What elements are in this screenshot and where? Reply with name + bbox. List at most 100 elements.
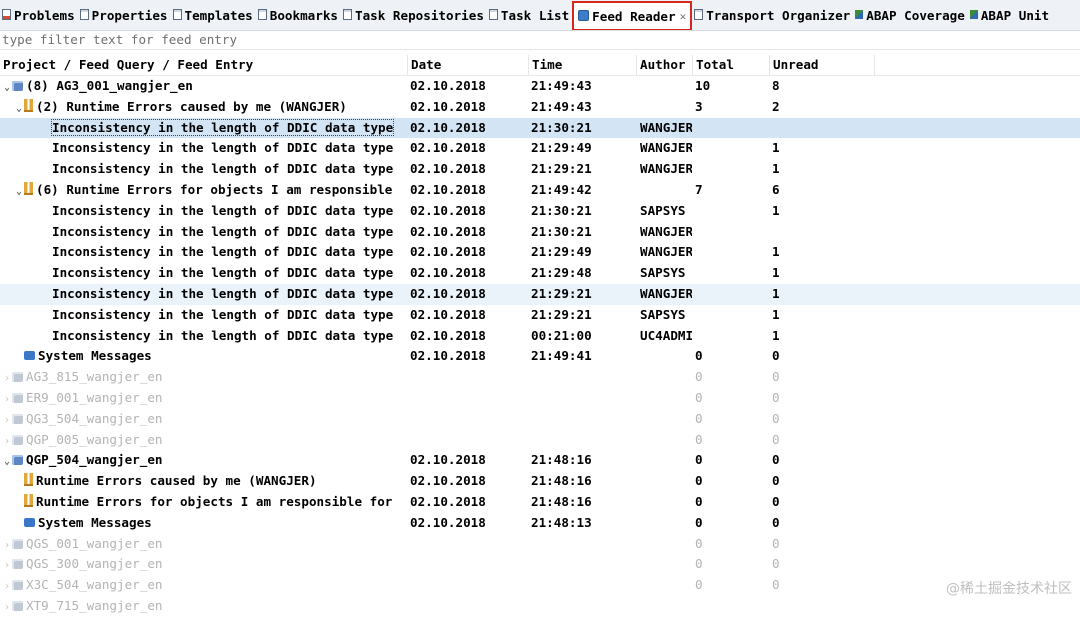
project-icon	[12, 372, 23, 383]
tab-properties[interactable]: Properties	[78, 0, 171, 30]
tree-row[interactable]: Inconsistency in the length of DDIC data…	[0, 305, 1080, 326]
row-date: 02.10.2018	[410, 327, 486, 343]
column-header-unread[interactable]: Unread	[770, 55, 875, 75]
row-time: 21:48:16	[531, 473, 592, 489]
tree-row[interactable]: ⌄ QGP_504_wangjer_en 02.10.2018 21:48:16 0 0	[0, 450, 1080, 471]
tab-task-repositories[interactable]: Task Repositories	[341, 0, 487, 30]
chevron-right-icon[interactable]: ›	[2, 432, 12, 451]
tab-feed-reader[interactable]: Feed Reader ✕	[572, 1, 693, 30]
row-total	[695, 326, 765, 347]
tree-row[interactable]: System Messages 02.10.2018 21:48:13 0 0	[0, 513, 1080, 534]
close-icon[interactable]: ✕	[680, 10, 687, 23]
row-name: (8) AG3_001_wangjer_en	[26, 78, 193, 93]
chevron-down-icon[interactable]: ⌄	[2, 78, 12, 97]
row-total	[695, 222, 765, 243]
row-author	[640, 430, 692, 451]
row-name: System Messages	[38, 514, 152, 530]
row-time: 21:48:16	[531, 493, 592, 509]
tree-row[interactable]: Inconsistency in the length of DDIC data…	[0, 242, 1080, 263]
row-total: 0	[695, 452, 703, 468]
chevron-down-icon[interactable]: ⌄	[14, 182, 24, 201]
column-header-name[interactable]: Project / Feed Query / Feed Entry	[0, 55, 408, 75]
chevron-down-icon[interactable]: ⌄	[2, 452, 12, 471]
row-name-cell: Inconsistency in the length of DDIC data…	[0, 242, 457, 263]
feed-filter-input[interactable]	[0, 31, 602, 48]
tree-row[interactable]: Inconsistency in the length of DDIC data…	[0, 117, 1080, 139]
row-name: XT9_715_wangjer_en	[26, 597, 163, 613]
row-name-cell: Runtime Errors caused by me (WANGJER)	[0, 471, 419, 492]
tree-row[interactable]: System Messages 02.10.2018 21:49:41 0 0	[0, 346, 1080, 367]
row-name: Inconsistency in the length of DDIC data…	[52, 306, 394, 322]
tree-row[interactable]: › X3C_504_wangjer_en 0 0	[0, 575, 1080, 596]
tree-row[interactable]: Runtime Errors for objects I am responsi…	[0, 492, 1080, 513]
chevron-right-icon[interactable]: ›	[2, 577, 12, 596]
project-icon	[12, 559, 23, 570]
row-author	[640, 450, 692, 471]
tab-transport-organizer[interactable]: Transport Organizer	[692, 0, 853, 30]
tab-bookmarks[interactable]: Bookmarks	[256, 0, 341, 30]
row-unread: 0	[772, 389, 780, 405]
row-name-cell: Inconsistency in the length of DDIC data…	[0, 263, 457, 284]
tree-row[interactable]: › QGS_001_wangjer_en 0 0	[0, 534, 1080, 555]
tree-row[interactable]: Inconsistency in the length of DDIC data…	[0, 222, 1080, 243]
row-name: (6) Runtime Errors for objects I am resp…	[36, 181, 393, 197]
row-name-cell: Inconsistency in the length of DDIC data…	[0, 305, 457, 326]
tree-row[interactable]: Inconsistency in the length of DDIC data…	[0, 159, 1080, 180]
tab-abap-unit[interactable]: ABAP Unit	[968, 0, 1052, 30]
tree-row[interactable]: › QG3_504_wangjer_en 0 0	[0, 409, 1080, 430]
chevron-right-icon[interactable]: ›	[2, 536, 12, 555]
tab-label: Feed Reader	[592, 8, 676, 24]
chevron-down-icon[interactable]: ⌄	[14, 99, 24, 118]
row-time: 21:30:21	[531, 119, 592, 135]
row-total: 10	[695, 78, 711, 93]
feed-table-header: Project / Feed Query / Feed Entry Date T…	[0, 55, 1080, 76]
tree-row[interactable]: › XT9_715_wangjer_en	[0, 596, 1080, 617]
chevron-right-icon[interactable]: ›	[2, 598, 12, 617]
tree-row[interactable]: ⌄ (6) Runtime Errors for objects I am res…	[0, 180, 1080, 201]
tab-label: Task Repositories	[355, 7, 484, 23]
row-unread: 0	[772, 556, 780, 572]
tree-row[interactable]: Inconsistency in the length of DDIC data…	[0, 201, 1080, 222]
chevron-right-icon[interactable]: ›	[2, 390, 12, 409]
row-unread: 0	[772, 577, 780, 593]
tab-abap-coverage[interactable]: ABAP Coverage	[853, 0, 968, 30]
tree-row[interactable]: › QGS_300_wangjer_en 0 0	[0, 554, 1080, 575]
project-icon	[12, 413, 23, 424]
tab-templates[interactable]: Templates	[171, 0, 256, 30]
column-header-date[interactable]: Date	[408, 55, 529, 75]
tree-row[interactable]: Inconsistency in the length of DDIC data…	[0, 326, 1080, 347]
tab-problems[interactable]: Problems	[0, 0, 78, 30]
row-time: 21:29:21	[531, 285, 592, 301]
tree-row[interactable]: › QGP_005_wangjer_en 0 0	[0, 430, 1080, 451]
row-author: WANGJER	[640, 223, 692, 239]
bookmarks-icon	[257, 8, 267, 20]
row-author	[640, 554, 692, 575]
row-name: QG3_504_wangjer_en	[26, 410, 163, 426]
row-name: X3C_504_wangjer_en	[26, 577, 163, 593]
chevron-right-icon[interactable]: ›	[2, 411, 12, 430]
tree-row[interactable]: ⌄ (8) AG3_001_wangjer_en 02.10.2018 21:49:4…	[0, 76, 1080, 97]
column-header-total[interactable]: Total	[693, 55, 770, 75]
system-messages-icon	[24, 351, 35, 361]
tree-row[interactable]: Inconsistency in the length of DDIC data…	[0, 138, 1080, 159]
tab-task-list[interactable]: Task List	[487, 0, 572, 30]
row-author	[640, 367, 692, 388]
tree-row[interactable]: › ER9_001_wangjer_en 0 0	[0, 388, 1080, 409]
row-date: 02.10.2018	[410, 202, 486, 218]
row-name: QGP_504_wangjer_en	[26, 452, 163, 468]
tree-row[interactable]: Inconsistency in the length of DDIC data…	[0, 263, 1080, 284]
row-unread: 0	[772, 473, 780, 489]
tree-row[interactable]: ⌄ (2) Runtime Errors caused by me (WANGJE…	[0, 97, 1080, 118]
tree-row[interactable]: Inconsistency in the length of DDIC data…	[0, 283, 1080, 305]
chevron-right-icon[interactable]: ›	[2, 556, 12, 575]
row-author: WANGJER	[640, 285, 692, 301]
row-author	[640, 575, 692, 596]
column-header-time[interactable]: Time	[529, 55, 637, 75]
row-time: 21:49:41	[531, 348, 592, 364]
row-unread: 8	[772, 78, 780, 93]
tree-row[interactable]: Runtime Errors caused by me (WANGJER) 02.…	[0, 471, 1080, 492]
column-header-author[interactable]: Author	[637, 55, 693, 75]
tree-row[interactable]: › AG3_815_wangjer_en 0 0	[0, 367, 1080, 388]
chevron-right-icon[interactable]: ›	[2, 369, 12, 388]
row-date	[410, 388, 520, 409]
